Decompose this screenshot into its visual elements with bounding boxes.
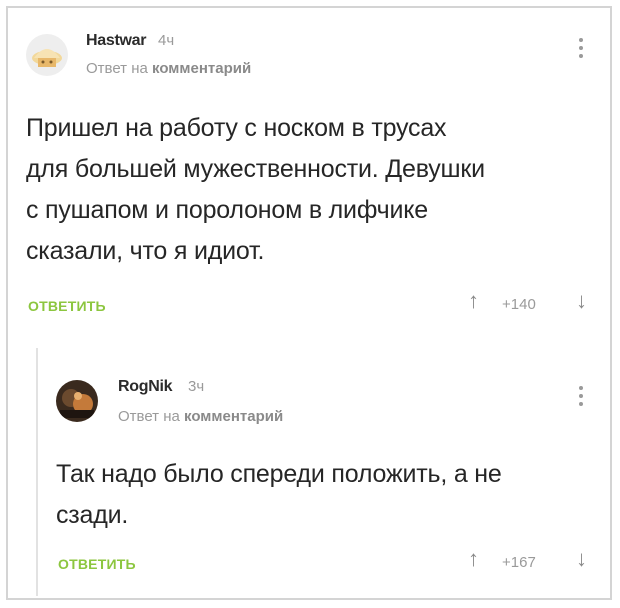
reply-button[interactable]: ОТВЕТИТЬ [58,556,136,572]
thread-line [36,348,38,596]
username[interactable]: Hastwar [86,32,146,50]
avatar[interactable] [26,34,68,76]
more-menu-icon[interactable] [578,386,584,410]
score: +140 [502,296,536,313]
comment-thread: Hastwar 4ч Ответ на комментарий Пришел н… [6,6,612,600]
reply-prefix: Ответ на [86,60,148,77]
comment-text-line: Пришел на работу с носком в трусах [26,114,447,142]
reply-target-link[interactable]: комментарий [184,408,283,425]
username[interactable]: RogNik [118,378,173,396]
more-menu-icon[interactable] [578,38,584,62]
timestamp: 3ч [188,378,205,395]
comment-text: Так надо было спереди положить, а не сза… [56,454,502,536]
comment-text: Пришел на работу с носком в трусах для б… [26,108,485,272]
arrow-up-icon[interactable]: ↑ [468,290,479,312]
score: +167 [502,554,536,571]
reply-button[interactable]: ОТВЕТИТЬ [28,298,106,314]
arrow-up-icon[interactable]: ↑ [468,548,479,570]
reply-prefix: Ответ на [118,408,180,425]
timestamp: 4ч [158,32,175,49]
comment-text-line: Так надо было спереди положить, а не [56,460,502,488]
reply-info: Ответ на комментарий [118,408,283,425]
reply-info: Ответ на комментарий [86,60,251,77]
reply-target-link[interactable]: комментарий [152,60,251,77]
comment-text-line: сказали, что я идиот. [26,237,265,265]
arrow-down-icon[interactable]: ↓ [576,290,587,312]
comment-text-line: сзади. [56,501,129,529]
arrow-down-icon[interactable]: ↓ [576,548,587,570]
avatar[interactable] [56,380,98,422]
comment-text-line: с пушапом и поролоном в лифчике [26,196,428,224]
comment-text-line: для большей мужественности. Девушки [26,155,485,183]
